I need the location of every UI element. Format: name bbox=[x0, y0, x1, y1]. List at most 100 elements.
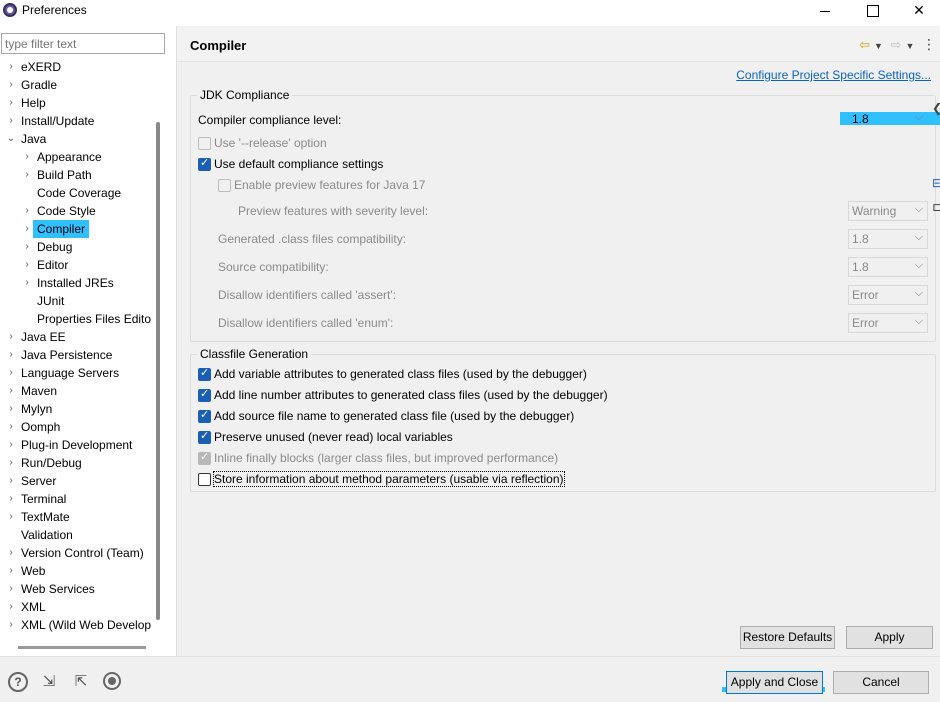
tree-item[interactable]: › Language Servers bbox=[0, 364, 152, 382]
tree-item[interactable]: › TextMate bbox=[0, 508, 152, 526]
tree-item-label: Terminal bbox=[21, 492, 67, 506]
compliance-level-combo[interactable]: 1.8 bbox=[848, 108, 928, 129]
record-icon[interactable] bbox=[103, 672, 121, 690]
chevron-right-icon[interactable]: › bbox=[6, 580, 16, 598]
chevron-right-icon[interactable]: › bbox=[22, 202, 32, 220]
release-option-checkbox[interactable] bbox=[198, 137, 211, 150]
tree-item[interactable]: › Oomph bbox=[0, 418, 152, 436]
import-icon[interactable]: ⇲ bbox=[38, 672, 60, 692]
chevron-right-icon[interactable]: › bbox=[22, 238, 32, 256]
restore-defaults-button[interactable]: Restore Defaults bbox=[740, 626, 835, 649]
tree-item[interactable]: › XML (Wild Web Develop bbox=[0, 616, 152, 634]
more-options-icon[interactable]: ⋮ bbox=[922, 36, 936, 53]
tree-item[interactable]: › Java Persistence bbox=[0, 346, 152, 364]
tree-item[interactable]: › Gradle bbox=[0, 76, 152, 94]
apply-button[interactable]: Apply bbox=[846, 626, 933, 649]
tree-item[interactable]: ⌄ Java bbox=[0, 130, 152, 148]
source-compat-combo[interactable]: 1.8 bbox=[848, 256, 928, 277]
apply-and-close-button[interactable]: Apply and Close bbox=[726, 671, 823, 694]
forward-arrow-icon[interactable]: ⇨ bbox=[891, 37, 902, 53]
assert-identifier-combo[interactable]: Error bbox=[848, 284, 928, 305]
tree-item[interactable]: Properties Files Edito bbox=[0, 310, 152, 328]
tree-item-label: XML (Wild Web Develop bbox=[21, 618, 152, 632]
chevron-down-icon[interactable]: ⌄ bbox=[6, 130, 16, 148]
tree-item[interactable]: › Java EE bbox=[0, 328, 152, 346]
chevron-right-icon[interactable]: › bbox=[22, 256, 32, 274]
title-bar: Preferences ✕ bbox=[0, 0, 940, 22]
classfile-option-checkbox[interactable] bbox=[198, 473, 211, 486]
chevron-right-icon[interactable]: › bbox=[22, 274, 32, 292]
help-icon[interactable]: ? bbox=[8, 672, 28, 692]
tree-item[interactable]: › Compiler bbox=[0, 220, 152, 238]
chevron-right-icon[interactable]: › bbox=[6, 418, 16, 436]
tree-item[interactable]: › Help bbox=[0, 94, 152, 112]
tree-item[interactable]: › Web bbox=[0, 562, 152, 580]
chevron-right-icon[interactable]: › bbox=[6, 382, 16, 400]
tree-item[interactable]: › Install/Update bbox=[0, 112, 152, 130]
chevron-right-icon[interactable]: › bbox=[22, 166, 32, 184]
chevron-right-icon[interactable]: › bbox=[6, 436, 16, 454]
chevron-right-icon[interactable]: › bbox=[22, 220, 32, 238]
filter-input[interactable] bbox=[1, 33, 165, 54]
chevron-right-icon[interactable]: › bbox=[6, 364, 16, 382]
tree-item-label: Java EE bbox=[21, 330, 66, 344]
tree-item[interactable]: › Code Style bbox=[0, 202, 152, 220]
chevron-right-icon[interactable]: › bbox=[6, 454, 16, 472]
forward-dropdown-icon[interactable]: ▼ bbox=[905, 41, 914, 51]
classfile-option-checkbox[interactable] bbox=[198, 387, 211, 402]
back-dropdown-icon[interactable]: ▼ bbox=[874, 41, 883, 51]
back-arrow-icon[interactable]: ⇦ bbox=[859, 37, 870, 53]
chevron-right-icon[interactable]: › bbox=[6, 598, 16, 616]
chevron-right-icon[interactable]: › bbox=[6, 508, 16, 526]
tree-vertical-scrollbar[interactable] bbox=[156, 122, 160, 620]
tree-item[interactable]: JUnit bbox=[0, 292, 152, 310]
configure-project-settings-link[interactable]: Configure Project Specific Settings... bbox=[736, 68, 931, 82]
tree-item[interactable]: › Editor bbox=[0, 256, 152, 274]
classfile-option-checkbox[interactable] bbox=[198, 408, 211, 423]
tree-item[interactable]: › Appearance bbox=[0, 148, 152, 166]
tree-item[interactable]: Code Coverage bbox=[0, 184, 152, 202]
default-compliance-checkbox[interactable] bbox=[198, 156, 211, 171]
chevron-right-icon[interactable]: › bbox=[6, 328, 16, 346]
close-button[interactable]: ✕ bbox=[896, 0, 940, 22]
chevron-right-icon[interactable]: › bbox=[6, 616, 16, 634]
tree-item[interactable]: › Installed JREs bbox=[0, 274, 152, 292]
maximize-button[interactable] bbox=[849, 0, 895, 22]
release-option-label: Use '--release' option bbox=[214, 136, 327, 150]
tree-item[interactable]: › XML bbox=[0, 598, 152, 616]
tree-item[interactable]: › Version Control (Team) bbox=[0, 544, 152, 562]
tree-item[interactable]: › Run/Debug bbox=[0, 454, 152, 472]
tree-item[interactable]: › Server bbox=[0, 472, 152, 490]
tree-item[interactable]: › Maven bbox=[0, 382, 152, 400]
classfile-option-checkbox[interactable] bbox=[198, 366, 211, 381]
chevron-right-icon[interactable]: › bbox=[22, 148, 32, 166]
preview-severity-combo[interactable]: Warning bbox=[848, 200, 928, 221]
tree-item[interactable]: › Mylyn bbox=[0, 400, 152, 418]
chevron-right-icon[interactable]: › bbox=[6, 472, 16, 490]
tree-item[interactable]: › Build Path bbox=[0, 166, 152, 184]
preview-features-checkbox[interactable] bbox=[218, 179, 231, 192]
export-icon[interactable]: ⇱ bbox=[70, 672, 92, 692]
chevron-right-icon[interactable]: › bbox=[6, 58, 16, 76]
classfile-option-checkbox[interactable] bbox=[198, 450, 211, 465]
minimize-button[interactable] bbox=[802, 0, 848, 22]
tree-item[interactable]: Validation bbox=[0, 526, 152, 544]
chevron-right-icon[interactable]: › bbox=[6, 400, 16, 418]
chevron-right-icon[interactable]: › bbox=[6, 346, 16, 364]
chevron-right-icon[interactable]: › bbox=[6, 112, 16, 130]
chevron-right-icon[interactable]: › bbox=[6, 562, 16, 580]
chevron-right-icon[interactable]: › bbox=[6, 94, 16, 112]
enum-identifier-combo[interactable]: Error bbox=[848, 312, 928, 333]
tree-item[interactable]: › Plug-in Development bbox=[0, 436, 152, 454]
tree-horizontal-scrollbar[interactable] bbox=[18, 646, 146, 649]
tree-item[interactable]: › Terminal bbox=[0, 490, 152, 508]
generated-compat-combo[interactable]: 1.8 bbox=[848, 228, 928, 249]
tree-item[interactable]: › Debug bbox=[0, 238, 152, 256]
tree-item[interactable]: › eXERD bbox=[0, 58, 152, 76]
chevron-right-icon[interactable]: › bbox=[6, 490, 16, 508]
cancel-button[interactable]: Cancel bbox=[833, 671, 929, 694]
chevron-right-icon[interactable]: › bbox=[6, 76, 16, 94]
classfile-option-checkbox[interactable] bbox=[198, 429, 211, 444]
chevron-right-icon[interactable]: › bbox=[6, 544, 16, 562]
tree-item[interactable]: › Web Services bbox=[0, 580, 152, 598]
